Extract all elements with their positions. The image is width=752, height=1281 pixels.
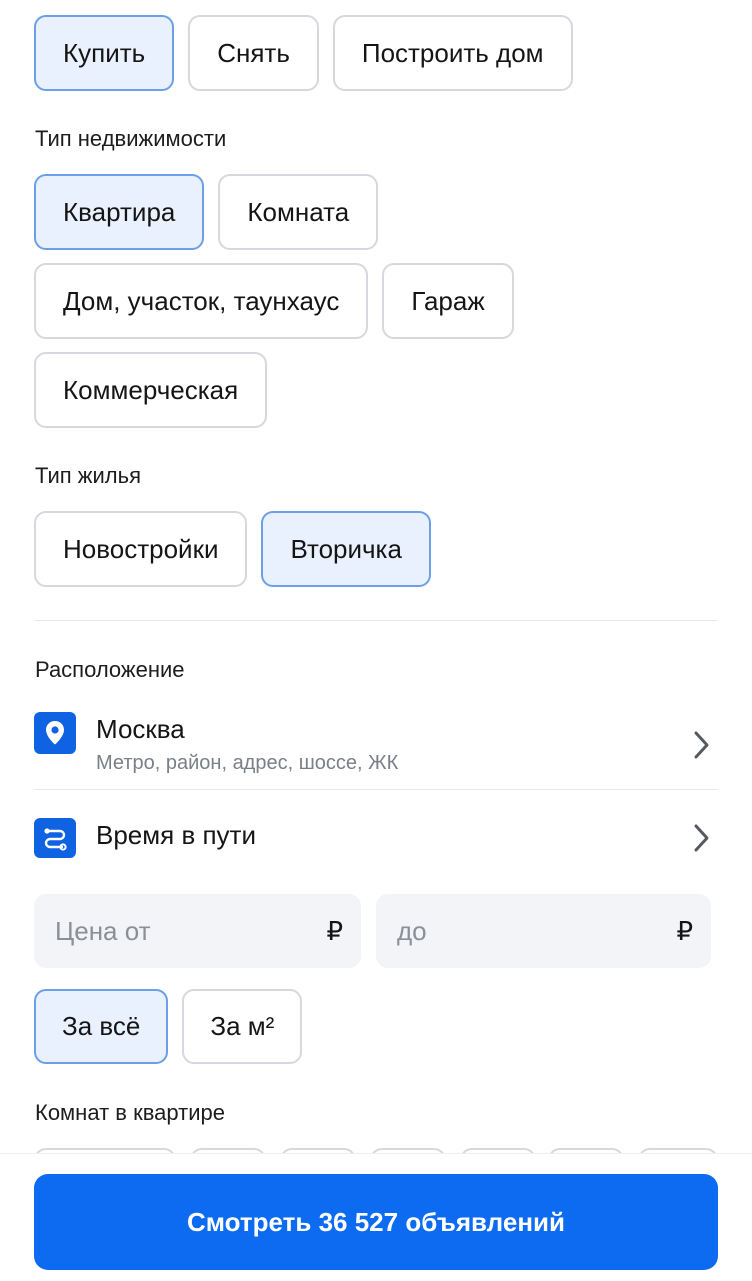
city-hint: Метро, район, адрес, шоссе, ЖК: [96, 752, 399, 774]
chip-buy[interactable]: Купить: [34, 15, 175, 91]
housing-type-selector: Новостройки Вторичка: [34, 511, 431, 587]
price-mode-selector: За всё За м²: [34, 989, 303, 1064]
rooms-label: Комнат в квартире: [35, 1100, 225, 1125]
travel-time-label: Время в пути: [96, 820, 256, 850]
city-selector[interactable]: Москва Метро, район, адрес, шоссе, ЖК: [34, 700, 718, 788]
chip-commercial[interactable]: Коммерческая: [34, 352, 268, 428]
location-pin-icon: [34, 712, 76, 754]
chip-rent[interactable]: Снять: [188, 15, 319, 91]
chip-house[interactable]: Дом, участок, таунхаус: [34, 263, 369, 339]
property-type-label: Тип недвижимости: [35, 126, 227, 151]
chip-new-buildings[interactable]: Новостройки: [34, 511, 248, 587]
chip-garage[interactable]: Гараж: [382, 263, 514, 339]
price-from-placeholder: Цена от: [55, 916, 151, 946]
price-from-input[interactable]: Цена от ₽: [34, 894, 361, 968]
chip-room[interactable]: Комната: [218, 174, 379, 250]
location-divider: [34, 789, 718, 790]
show-results-button[interactable]: Смотреть 36 527 объявлений: [34, 1174, 718, 1270]
route-icon: [34, 818, 76, 858]
chip-price-per-m2[interactable]: За м²: [182, 989, 303, 1064]
housing-type-label: Тип жилья: [35, 463, 142, 488]
property-type-row-2: Дом, участок, таунхаус Гараж: [34, 263, 514, 339]
location-label: Расположение: [35, 657, 185, 682]
chevron-right-icon: [694, 824, 709, 852]
ruble-icon: ₽: [326, 916, 343, 946]
price-to-input[interactable]: до ₽: [376, 894, 711, 968]
property-type-row-3: Коммерческая: [34, 352, 268, 428]
price-to-placeholder: до: [397, 916, 427, 946]
chip-secondary[interactable]: Вторичка: [261, 511, 431, 587]
city-name: Москва: [96, 714, 185, 744]
chip-total-price[interactable]: За всё: [34, 989, 169, 1064]
property-type-row-1: Квартира Комната: [34, 174, 379, 250]
travel-time-selector[interactable]: Время в пути: [34, 800, 718, 876]
chevron-right-icon: [694, 731, 709, 759]
section-divider: [34, 620, 718, 621]
chip-build-house[interactable]: Построить дом: [332, 15, 573, 91]
chip-apartment[interactable]: Квартира: [34, 174, 205, 250]
deal-type-selector: Купить Снять Построить дом: [34, 15, 573, 91]
ruble-icon: ₽: [676, 916, 693, 946]
